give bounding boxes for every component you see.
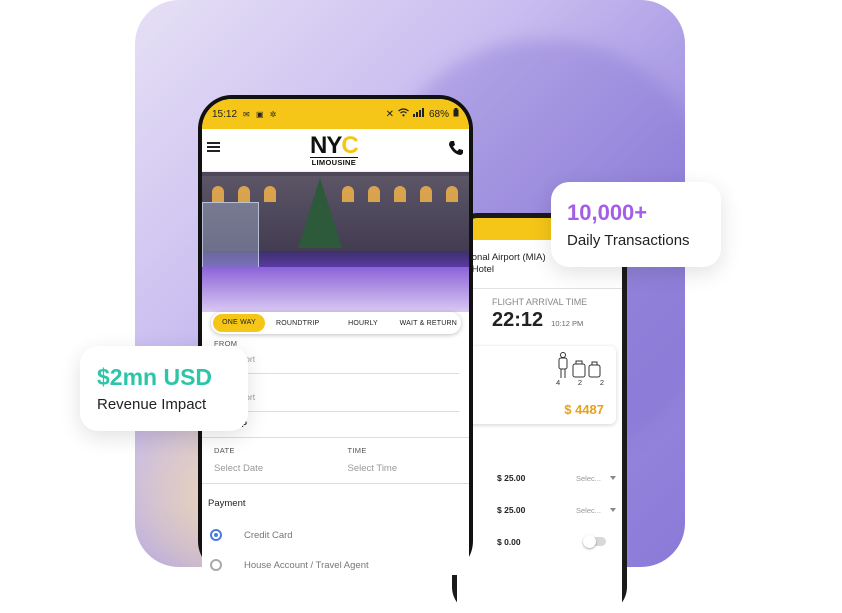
hero-window	[446, 186, 458, 202]
extra-row: $ 25.00 Selec...	[462, 494, 617, 526]
passenger-counts: 4 2 2	[556, 378, 604, 387]
mute-icon: ✕	[385, 108, 394, 120]
status-right: ✕ 68%	[386, 108, 459, 120]
logo-subtitle: LIMOUSINE	[310, 157, 358, 167]
hero-image	[202, 172, 469, 312]
extra-amount: $ 25.00	[497, 505, 526, 515]
transactions-stat-card: 10,000+ Daily Transactions	[551, 182, 721, 267]
time-label: TIME	[347, 446, 367, 455]
divider	[202, 483, 469, 484]
arrival-time-large: 22:12	[492, 309, 544, 331]
divider	[202, 437, 469, 438]
luggage-icon	[572, 360, 601, 378]
date-label: DATE	[214, 446, 235, 455]
arrival-time-small: 10:12 PM	[551, 319, 584, 328]
tab-one-way[interactable]: ONE WAY	[213, 314, 265, 332]
hero-window	[368, 186, 380, 202]
vehicle-price: $ 4487	[564, 402, 604, 417]
date-time-row: DATE Select Date TIME Select Time	[202, 446, 469, 474]
tab-wait-return[interactable]: WAIT & RETURN	[396, 320, 461, 327]
status-time: 15:12	[212, 108, 238, 120]
large-bag-count: 2	[577, 378, 583, 387]
extra-row: $ 25.00 Selec...	[462, 462, 617, 494]
from-label: FROM	[214, 339, 238, 348]
time-input[interactable]: Select Time	[336, 463, 470, 474]
transactions-label: Daily Transactions	[567, 232, 690, 249]
payment-option-credit-card[interactable]: Credit Card	[202, 529, 469, 541]
payment-option-house-account[interactable]: House Account / Travel Agent	[202, 559, 469, 571]
date-field[interactable]: DATE Select Date	[202, 446, 336, 474]
payment-label: Payment	[208, 498, 246, 509]
battery-text: 68%	[428, 108, 449, 120]
back-phone-screen: 68 tional Airport (MIA) i Hotel FLIGHT A…	[457, 218, 622, 613]
divider	[212, 411, 459, 412]
menu-icon[interactable]	[207, 142, 220, 152]
extras-list: $ 25.00 Selec... $ 25.00 Selec... $ 0.00	[462, 462, 617, 558]
extra-amount: $ 25.00	[497, 473, 526, 483]
extra-select[interactable]: Selec...	[576, 506, 601, 515]
extra-select[interactable]: Selec...	[576, 474, 601, 483]
tab-hourly[interactable]: HOURLY	[330, 320, 395, 327]
phone-icon[interactable]	[448, 140, 464, 156]
battery-icon	[453, 108, 459, 120]
revenue-label: Revenue Impact	[97, 396, 207, 413]
front-status-bar: 15:12 ✉ ▣ ✲ ✕ 68%	[202, 99, 469, 129]
passenger-count: 4	[556, 378, 561, 387]
radio-button[interactable]	[210, 529, 222, 541]
back-phone: 68 tional Airport (MIA) i Hotel FLIGHT A…	[452, 213, 627, 613]
date-input[interactable]: Select Date	[202, 463, 336, 474]
flight-arrival-time[interactable]: 22:12 10:12 PM	[457, 307, 622, 332]
logo-mark: NYC	[310, 132, 359, 159]
hero-tree	[298, 178, 342, 248]
flight-arrival-label: FLIGHT ARRIVAL TIME	[492, 297, 588, 307]
toggle-switch[interactable]	[583, 535, 606, 548]
extra-amount: $ 0.00	[497, 537, 521, 547]
wifi-icon	[398, 108, 409, 120]
extra-row: $ 0.00	[462, 526, 617, 558]
notification-icons: ✉ ▣ ✲	[243, 109, 279, 119]
payment-option-label: Credit Card	[244, 529, 293, 541]
revenue-value: $2mn USD	[97, 364, 213, 390]
hero-window	[420, 186, 432, 202]
brand-logo: NYC LIMOUSINE	[310, 132, 359, 167]
dropdown-caret-icon[interactable]	[610, 508, 616, 512]
dropdown-caret-icon[interactable]	[610, 476, 616, 480]
small-bag-count: 2	[599, 378, 604, 387]
app-header: NYC LIMOUSINE	[202, 129, 469, 172]
hero-window	[264, 186, 276, 202]
revenue-stat-card: $2mn USD Revenue Impact	[80, 346, 248, 431]
payment-option-label: House Account / Travel Agent	[244, 559, 369, 571]
hero-ice-rink	[202, 267, 469, 312]
transactions-value: 10,000+	[567, 200, 648, 225]
toggle-knob	[583, 535, 596, 548]
time-field[interactable]: TIME Select Time	[336, 446, 470, 474]
front-phone: 15:12 ✉ ▣ ✲ ✕ 68% NYC LIMOUSINE ONE WAY …	[198, 95, 473, 575]
hero-window	[342, 186, 354, 202]
signal-icon	[412, 108, 425, 120]
hero-window	[238, 186, 250, 202]
hero-window	[394, 186, 406, 202]
radio-button[interactable]	[210, 559, 222, 571]
passenger-icon	[558, 352, 568, 378]
vehicle-card[interactable]: 4 2 2 $ 4487	[457, 346, 616, 424]
divider	[212, 373, 459, 374]
tab-roundtrip[interactable]: ROUNDTRIP	[265, 320, 330, 327]
front-phone-screen: 15:12 ✉ ▣ ✲ ✕ 68% NYC LIMOUSINE ONE WAY …	[202, 99, 469, 575]
trip-type-tabs: ONE WAY ROUNDTRIP HOURLY WAIT & RETURN	[211, 312, 461, 334]
hero-window	[212, 186, 224, 202]
